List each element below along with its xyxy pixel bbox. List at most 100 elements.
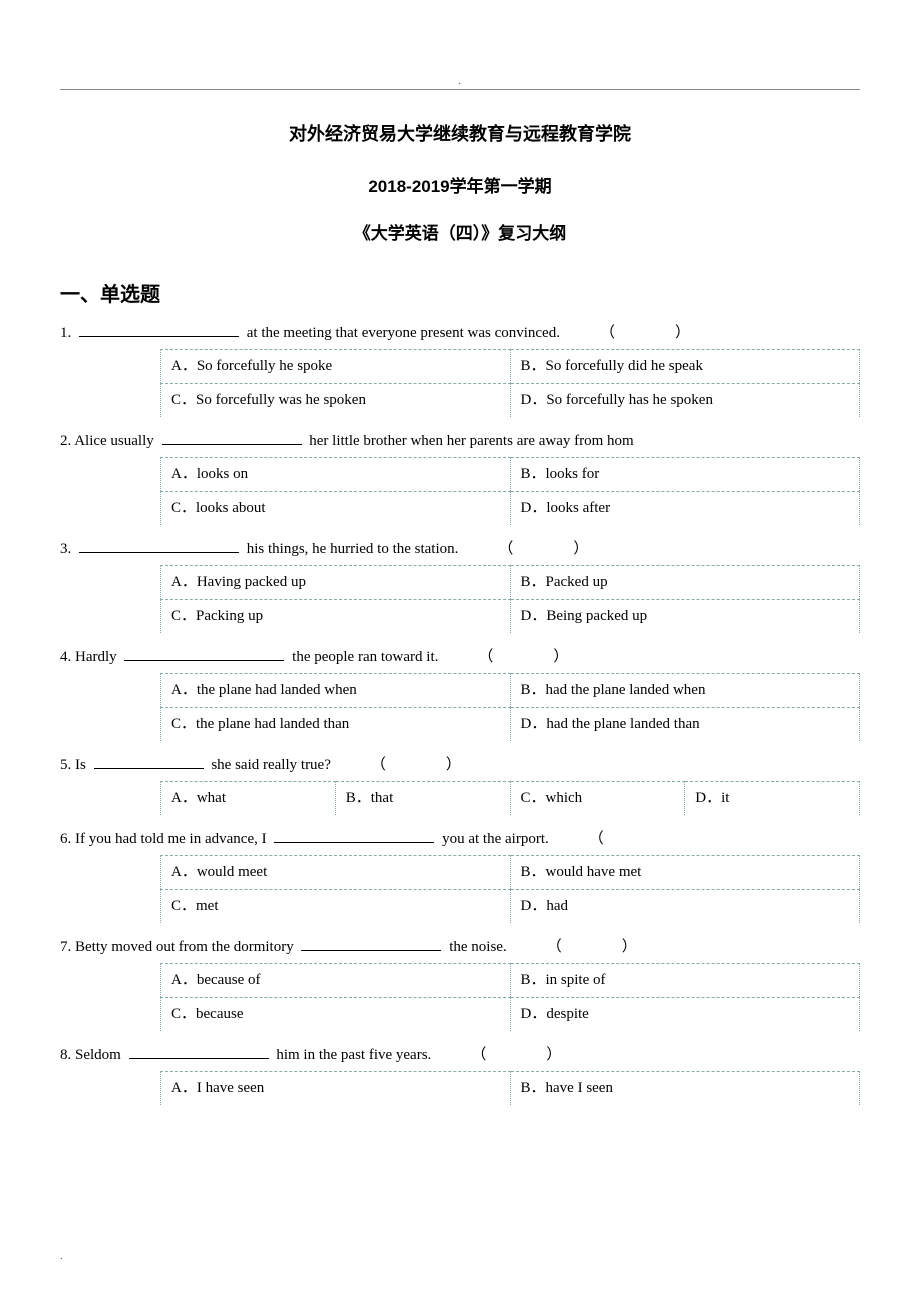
question-number: 2. bbox=[60, 433, 74, 449]
option-row: A．would meetB．would have met bbox=[161, 856, 860, 890]
option-cell: C．looks about bbox=[161, 492, 511, 526]
option-cell: C．because bbox=[161, 998, 511, 1032]
answer-paren: （） bbox=[498, 537, 588, 561]
option-cell: A．because of bbox=[161, 964, 511, 998]
course-header: 《大学英语（四）》复习大纲 bbox=[60, 219, 860, 244]
option-cell: A．Having packed up bbox=[161, 566, 511, 600]
option-cell: A．the plane had landed when bbox=[161, 674, 511, 708]
options-table: A．whatB．thatC．whichD．it bbox=[160, 781, 860, 815]
answer-paren: （） bbox=[471, 1043, 561, 1067]
blank-line bbox=[79, 336, 239, 337]
question-text-before: Hardly bbox=[75, 649, 120, 665]
option-cell: B．that bbox=[335, 782, 510, 816]
institution-header: 对外经济贸易大学继续教育与远程教育学院 bbox=[60, 120, 860, 146]
option-cell: B．had the plane landed when bbox=[510, 674, 860, 708]
option-row: A．whatB．thatC．whichD．it bbox=[161, 782, 860, 816]
questions-container: 1. at the meeting that everyone present … bbox=[60, 321, 860, 1105]
question: 8. Seldom him in the past five years. （） bbox=[60, 1043, 860, 1067]
option-row: A．I have seenB．have I seen bbox=[161, 1072, 860, 1106]
question-number: 7. bbox=[60, 939, 75, 955]
option-row: C．So forcefully was he spokenD．So forcef… bbox=[161, 384, 860, 418]
question: 3. his things, he hurried to the station… bbox=[60, 537, 860, 561]
option-cell: B．looks for bbox=[510, 458, 860, 492]
options-table: A．looks onB．looks forC．looks aboutD．look… bbox=[160, 457, 860, 525]
question-text-after: at the meeting that everyone present was… bbox=[243, 325, 560, 341]
question-number: 5. bbox=[60, 757, 75, 773]
option-cell: A．what bbox=[161, 782, 336, 816]
option-cell: D．Being packed up bbox=[510, 600, 860, 634]
question-text-after: you at the airport. bbox=[438, 831, 548, 847]
blank-line bbox=[79, 552, 239, 553]
option-row: C．the plane had landed thanD．had the pla… bbox=[161, 708, 860, 742]
option-cell: D．it bbox=[685, 782, 860, 816]
question-number: 3. bbox=[60, 541, 75, 557]
blank-line bbox=[274, 842, 434, 843]
option-cell: C．So forcefully was he spoken bbox=[161, 384, 511, 418]
answer-paren: （ bbox=[589, 827, 604, 851]
option-cell: B．Packed up bbox=[510, 566, 860, 600]
answer-paren: （） bbox=[371, 753, 461, 777]
option-row: A．the plane had landed whenB．had the pla… bbox=[161, 674, 860, 708]
option-cell: C．the plane had landed than bbox=[161, 708, 511, 742]
option-cell: D．looks after bbox=[510, 492, 860, 526]
question-text-after: the noise. bbox=[445, 939, 506, 955]
top-rule bbox=[60, 89, 860, 90]
options-table: A．Having packed upB．Packed upC．Packing u… bbox=[160, 565, 860, 633]
blank-line bbox=[301, 950, 441, 951]
option-row: C．metD．had bbox=[161, 890, 860, 924]
options-table: A．I have seenB．have I seen bbox=[160, 1071, 860, 1105]
options-table: A．So forcefully he spokeB．So forcefully … bbox=[160, 349, 860, 417]
question-number: 8. bbox=[60, 1047, 75, 1063]
option-row: C．looks aboutD．looks after bbox=[161, 492, 860, 526]
option-cell: B．have I seen bbox=[510, 1072, 860, 1106]
option-row: A．looks onB．looks for bbox=[161, 458, 860, 492]
option-cell: D．So forcefully has he spoken bbox=[510, 384, 860, 418]
option-cell: C．met bbox=[161, 890, 511, 924]
options-table: A．the plane had landed whenB．had the pla… bbox=[160, 673, 860, 741]
option-cell: D．had bbox=[510, 890, 860, 924]
question: 4. Hardly the people ran toward it.（） bbox=[60, 645, 860, 669]
option-row: A．because ofB．in spite of bbox=[161, 964, 860, 998]
question: 7. Betty moved out from the dormitory th… bbox=[60, 935, 860, 959]
option-row: C．becauseD．despite bbox=[161, 998, 860, 1032]
option-cell: A．So forcefully he spoke bbox=[161, 350, 511, 384]
question-text-before: Betty moved out from the dormitory bbox=[75, 939, 297, 955]
option-cell: B．would have met bbox=[510, 856, 860, 890]
question: 5. Is she said really true? （） bbox=[60, 753, 860, 777]
question-text-after: her little brother when her parents are … bbox=[306, 433, 634, 449]
option-row: C．Packing upD．Being packed up bbox=[161, 600, 860, 634]
option-row: A．So forcefully he spokeB．So forcefully … bbox=[161, 350, 860, 384]
blank-line bbox=[129, 1058, 269, 1059]
question-text-before: Seldom bbox=[75, 1047, 125, 1063]
question-number: 6. bbox=[60, 831, 75, 847]
question-text-after: she said really true? bbox=[208, 757, 331, 773]
answer-paren: （） bbox=[478, 645, 568, 669]
options-table: A．would meetB．would have metC．metD．had bbox=[160, 855, 860, 923]
blank-line bbox=[162, 444, 302, 445]
option-cell: C．which bbox=[510, 782, 685, 816]
question-number: 1. bbox=[60, 325, 75, 341]
blank-line bbox=[124, 660, 284, 661]
top-marker: . bbox=[60, 75, 860, 87]
answer-paren: （） bbox=[600, 321, 690, 345]
option-cell: D．despite bbox=[510, 998, 860, 1032]
answer-paren: （） bbox=[547, 935, 637, 959]
question-text-before: Is bbox=[75, 757, 90, 773]
options-table: A．because ofB．in spite ofC．becauseD．desp… bbox=[160, 963, 860, 1031]
question-text-before: If you had told me in advance, I bbox=[75, 831, 270, 847]
option-cell: B．in spite of bbox=[510, 964, 860, 998]
option-cell: C．Packing up bbox=[161, 600, 511, 634]
option-cell: D．had the plane landed than bbox=[510, 708, 860, 742]
option-cell: A．would meet bbox=[161, 856, 511, 890]
blank-line bbox=[94, 768, 204, 769]
option-row: A．Having packed upB．Packed up bbox=[161, 566, 860, 600]
bottom-marker: . bbox=[60, 1250, 63, 1262]
option-cell: A．I have seen bbox=[161, 1072, 511, 1106]
question-text-after: his things, he hurried to the station. bbox=[243, 541, 458, 557]
question: 6. If you had told me in advance, I you … bbox=[60, 827, 860, 851]
option-cell: A．looks on bbox=[161, 458, 511, 492]
question: 1. at the meeting that everyone present … bbox=[60, 321, 860, 345]
question-text-after: him in the past five years. bbox=[273, 1047, 432, 1063]
question-text-after: the people ran toward it. bbox=[288, 649, 438, 665]
page: . 对外经济贸易大学继续教育与远程教育学院 2018-2019学年第一学期 《大… bbox=[0, 0, 920, 1302]
